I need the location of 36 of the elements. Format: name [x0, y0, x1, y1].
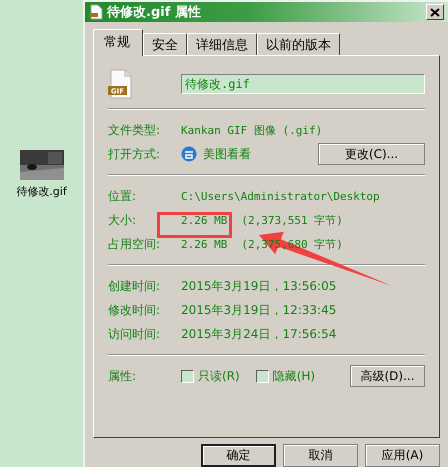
- close-button[interactable]: [426, 4, 444, 20]
- checkbox[interactable]: [181, 370, 194, 382]
- dialog-button[interactable]: 确定: [201, 444, 276, 467]
- field-label: 位置:: [108, 188, 138, 204]
- field-value: C:\Users\Administrator\Desktop: [181, 190, 381, 202]
- file-name[interactable]: 待修改.gif: [16, 184, 67, 199]
- change-button[interactable]: 更改(C)...: [318, 143, 425, 165]
- dialog-button[interactable]: 应用(A): [365, 444, 440, 467]
- field-label: 修改时间:: [108, 302, 162, 318]
- field-value: 2015年3月19日，13:56:05: [181, 278, 338, 294]
- field-label: 属性:: [108, 368, 138, 384]
- tab[interactable]: 以前的版本: [257, 33, 340, 55]
- field-label: 创建时间:: [108, 278, 162, 294]
- field-label: 占用空间:: [108, 236, 162, 252]
- field-value: Kankan GIF 图像 (.gif): [181, 122, 324, 138]
- tab[interactable]: 安全: [143, 33, 187, 55]
- window-title: 待修改.gif 属性: [107, 4, 202, 21]
- dialog-button[interactable]: 取消: [283, 444, 358, 467]
- tab[interactable]: 详细信息: [187, 33, 257, 55]
- checkbox[interactable]: [256, 370, 269, 382]
- size-value: 2.26 MB: [181, 214, 228, 226]
- field-label: 大小:: [108, 212, 138, 228]
- field-label: 访问时间:: [108, 326, 162, 342]
- tab[interactable]: 常规: [93, 29, 143, 56]
- app-icon: [181, 146, 197, 162]
- close-icon: [430, 8, 440, 16]
- field-value: 2015年3月19日，12:33:45: [181, 302, 338, 318]
- name-field[interactable]: 待修改.gif: [181, 74, 425, 94]
- size-value: 2.26 MB: [181, 238, 228, 250]
- field-label: 打开方式:: [108, 146, 162, 162]
- byte-count: (2,373,551 字节): [241, 212, 343, 228]
- field-value: 2015年3月24日，17:56:54: [181, 326, 338, 342]
- file-icon: [89, 4, 103, 20]
- advanced-button[interactable]: 高级(D)...: [350, 365, 425, 387]
- field-label: 文件类型:: [108, 122, 162, 138]
- app-name: 美图看看: [203, 146, 251, 162]
